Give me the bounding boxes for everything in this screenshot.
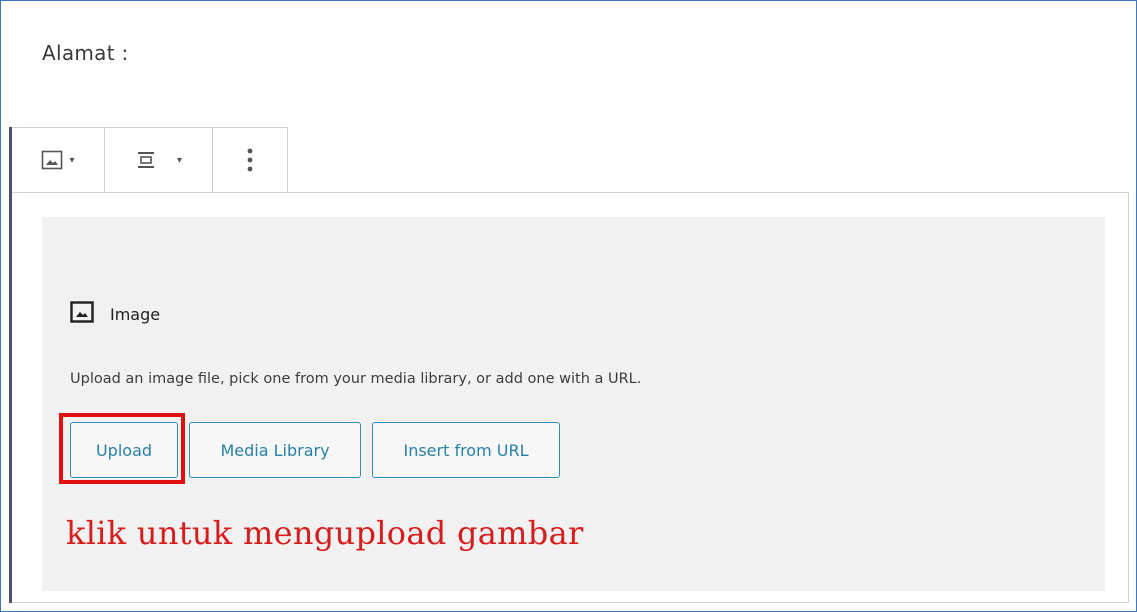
image-block-icon [41, 150, 63, 170]
upload-button-wrapper: Upload [59, 413, 185, 484]
toolbar-group-align: ▾ [105, 128, 213, 192]
more-options-button[interactable] [246, 147, 254, 173]
chevron-down-icon: ▾ [69, 154, 75, 166]
placeholder-buttons: Upload Media Library Insert from URL [59, 413, 560, 484]
block-type-button[interactable]: ▾ [41, 150, 75, 170]
chevron-down-icon: ▾ [176, 154, 183, 166]
insert-from-url-button[interactable]: Insert from URL [372, 422, 560, 478]
placeholder-instructions: Upload an image file, pick one from your… [70, 371, 642, 387]
media-library-button[interactable]: Media Library [189, 422, 361, 478]
annotation-text: klik untuk mengupload gambar [66, 514, 584, 552]
block-toolbar: ▾ ▾ [12, 127, 288, 193]
address-label: Alamat : [42, 41, 129, 65]
align-button[interactable]: ▾ [135, 150, 182, 170]
upload-button[interactable]: Upload [70, 422, 178, 478]
placeholder-title: Image [70, 301, 160, 327]
placeholder-title-text: Image [110, 304, 161, 324]
image-block[interactable]: ▾ ▾ Image Upload an image file, pick one… [9, 127, 1129, 603]
toolbar-group-block-type: ▾ [12, 128, 105, 192]
align-center-icon [135, 150, 157, 170]
image-icon [70, 301, 94, 327]
toolbar-group-more [213, 128, 286, 192]
image-placeholder: Image Upload an image file, pick one fro… [42, 217, 1105, 591]
more-options-icon [246, 147, 254, 173]
